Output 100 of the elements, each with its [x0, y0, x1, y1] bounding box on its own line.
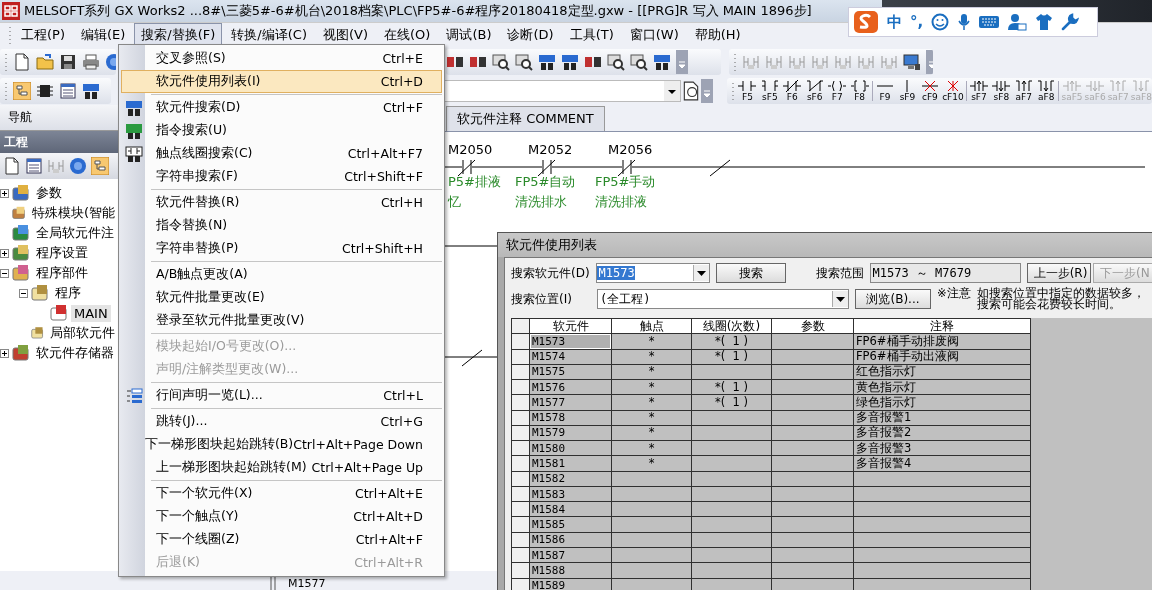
- tree-item[interactable]: 局部软元件: [47, 323, 118, 343]
- menu-item[interactable]: 下一个触点(Y) Ctrl+Alt+D: [121, 505, 442, 528]
- table-cell[interactable]: M1588: [529, 562, 612, 578]
- table-cell[interactable]: M1575: [529, 364, 612, 380]
- table-cell[interactable]: M1585: [529, 516, 612, 533]
- table-cell[interactable]: M1587: [529, 547, 612, 563]
- table-cell[interactable]: M1580: [529, 440, 612, 456]
- tree-item[interactable]: 全局软元件注: [33, 223, 117, 243]
- ime-mode[interactable]: 中: [887, 12, 902, 32]
- menu-bar-item[interactable]: 编辑(E): [74, 23, 133, 47]
- ladder-tool-button[interactable]: sF8: [991, 79, 1012, 102]
- ladder-tool-button[interactable]: sF5: [759, 79, 781, 102]
- menu-item[interactable]: 跳转(J)... Ctrl+G: [121, 410, 442, 433]
- table-cell: *( 1 ): [691, 333, 772, 350]
- menu-bar-item[interactable]: 视图(V): [315, 23, 375, 47]
- previous-button[interactable]: 上一步(R): [1026, 263, 1091, 283]
- table-cell[interactable]: M1582: [529, 471, 612, 487]
- tree-item[interactable]: 参数: [33, 183, 65, 203]
- table-cell[interactable]: M1584: [529, 501, 612, 517]
- search-button[interactable]: 搜索: [715, 263, 787, 283]
- table-cell: 多音报警1: [853, 410, 1031, 426]
- ladder-tool-button[interactable]: aF7: [1013, 79, 1034, 102]
- note-text: 搜索可能会花费较长时间。: [976, 299, 1121, 310]
- table-cell[interactable]: M1577: [529, 394, 612, 411]
- ladder-tool-button[interactable]: cF10: [942, 79, 964, 102]
- location-field[interactable]: (全工程): [597, 289, 849, 309]
- table-cell: *( 1 ): [691, 394, 772, 411]
- field-label: 搜索范围: [815, 264, 864, 282]
- menu-bar-item[interactable]: 搜索/替换(F): [134, 23, 223, 47]
- device-label: M1577: [288, 577, 326, 590]
- tree-item[interactable]: 程序部件: [33, 263, 91, 283]
- menu-item[interactable]: 交叉参照(S) Ctrl+E: [121, 47, 442, 70]
- tree-item[interactable]: 软元件存储器: [33, 343, 117, 363]
- menu-item[interactable]: 下一个软元件(X) Ctrl+Alt+E: [121, 482, 442, 505]
- menu-item[interactable]: 字符串替换(P) Ctrl+Shift+H: [121, 237, 442, 260]
- table-cell[interactable]: M1578: [529, 410, 612, 426]
- window-title: MELSOFT系列 GX Works2 ...8#\三菱5#-6#机台\2018档案\PLC\FP5#-6#程序20180418定型.gxw - [[PRG]R 写入 MAIN 1896步]: [24, 2, 812, 20]
- table-cell[interactable]: M1583: [529, 486, 612, 502]
- table-cell: FP6#桶手动排废阀: [853, 333, 1031, 350]
- table-cell: 多音报警2: [853, 425, 1031, 441]
- menu-bar-item[interactable]: 转换/编译(C): [224, 23, 314, 47]
- ladder-tool-button[interactable]: sF6: [804, 79, 825, 102]
- menu-item[interactable]: 行间声明一览(L)... Ctrl+L: [121, 384, 442, 407]
- column-header[interactable]: 线圈(次数): [691, 318, 772, 334]
- device-comment: 清洗排液: [595, 193, 647, 211]
- menu-item[interactable]: 触点线圈搜索(C) Ctrl+Alt+F7: [121, 142, 442, 165]
- menu-bar-item[interactable]: 帮助(H): [687, 23, 748, 47]
- field-label: 搜索软元件(D): [511, 264, 590, 282]
- table-cell[interactable]: M1581: [529, 455, 612, 472]
- table-cell[interactable]: M1586: [529, 532, 612, 548]
- menu-bar-item[interactable]: 调试(B): [439, 23, 499, 47]
- device-label: M2050: [448, 142, 493, 157]
- menu-item[interactable]: A/B触点更改(A): [121, 263, 442, 286]
- ladder-tool-button[interactable]: sF7: [968, 79, 990, 102]
- tree-item[interactable]: MAIN: [71, 304, 111, 322]
- menu-item[interactable]: 软元件使用列表(I) Ctrl+D: [121, 70, 442, 93]
- menu-bar-item[interactable]: 在线(O): [377, 23, 438, 47]
- ladder-tool-button[interactable]: F8: [849, 79, 870, 102]
- menu-item[interactable]: 指令替换(N): [121, 214, 442, 237]
- table-cell[interactable]: M1576: [529, 379, 612, 395]
- menu-bar-item[interactable]: 工程(P): [14, 23, 72, 47]
- menu-bar-item[interactable]: 窗口(W): [622, 23, 686, 47]
- tree-item[interactable]: 程序设置: [33, 243, 91, 263]
- ime-punctuation[interactable]: °,: [910, 13, 924, 31]
- menu-item[interactable]: 软元件批量更改(E): [121, 286, 442, 309]
- table-cell: 多音报警3: [853, 440, 1031, 456]
- ladder-tool-button[interactable]: cF9: [919, 79, 941, 102]
- menu-item[interactable]: 软元件搜索(D) Ctrl+F: [121, 96, 442, 119]
- ladder-tool-button[interactable]: sF9: [897, 79, 918, 102]
- ladder-tool-button[interactable]: F9: [874, 79, 896, 102]
- menu-item[interactable]: 下一个线圈(Z) Ctrl+Alt+F: [121, 528, 442, 551]
- table-cell[interactable]: M1589: [529, 578, 612, 590]
- dialog-title: 软元件使用列表: [506, 236, 597, 254]
- menu-bar-item[interactable]: 工具(T): [562, 23, 621, 47]
- menu-item[interactable]: 软元件替换(R) Ctrl+H: [121, 191, 442, 214]
- device-comment: 清洗排水: [515, 193, 567, 211]
- menu-item[interactable]: 字符串搜索(F) Ctrl+Shift+F: [121, 165, 442, 188]
- navigation-title: 导航: [8, 109, 32, 126]
- device-field[interactable]: M1573: [595, 263, 710, 283]
- column-header[interactable]: 软元件: [529, 318, 612, 334]
- column-header[interactable]: 触点: [611, 318, 692, 334]
- table-cell[interactable]: M1579: [529, 425, 612, 441]
- menu-item[interactable]: 下一梯形图块起始跳转(B)Ctrl+Alt+Page Down: [121, 433, 442, 456]
- column-header[interactable]: 参数: [771, 318, 854, 334]
- tree-item[interactable]: 特殊模块(智能: [28, 203, 118, 223]
- menu-item[interactable]: 指令搜索(U): [121, 119, 442, 142]
- ladder-tool-button[interactable]: F6: [782, 79, 803, 102]
- column-header[interactable]: 注释: [853, 318, 1031, 334]
- browse-button[interactable]: 浏览(B)...: [855, 289, 931, 309]
- menu-item[interactable]: 登录至软元件批量更改(V): [121, 309, 442, 332]
- panel-title: 工程: [4, 133, 28, 151]
- tree-item[interactable]: 程序: [52, 283, 84, 303]
- table-cell[interactable]: M1574: [529, 349, 612, 365]
- device-comment: 忆: [448, 193, 461, 211]
- menu-item[interactable]: 上一梯形图块起始跳转(M) Ctrl+Alt+Page Up: [121, 456, 442, 479]
- editor-tab[interactable]: 软元件注释 COMMENT: [446, 106, 605, 131]
- ladder-tool-button[interactable]: F5: [737, 79, 758, 102]
- ladder-tool-button[interactable]: aF8: [1036, 79, 1057, 102]
- menu-bar-item[interactable]: 诊断(D): [500, 23, 561, 47]
- ladder-tool-button[interactable]: F7: [826, 79, 848, 102]
